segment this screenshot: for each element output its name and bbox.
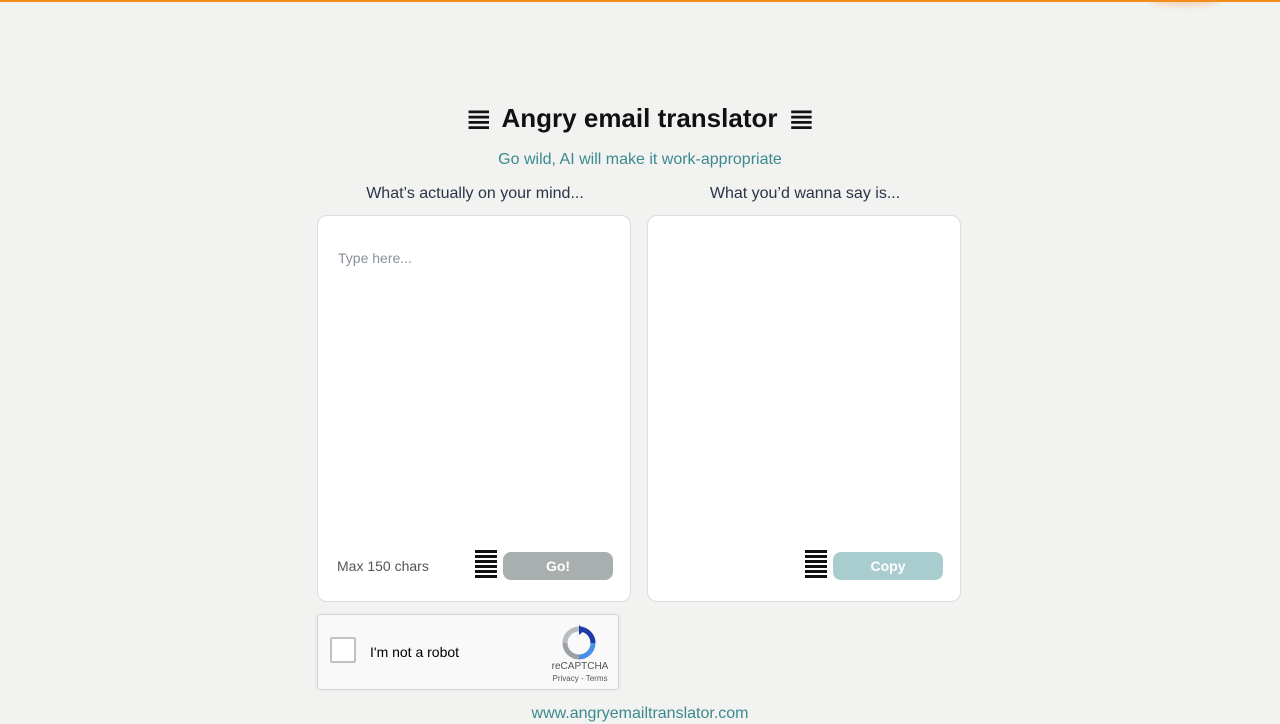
output-panel: Copy	[647, 215, 961, 602]
page-subtitle: Go wild, AI will make it work-appropriat…	[498, 151, 782, 168]
angry-text-input[interactable]	[318, 216, 630, 536]
top-glow	[1150, 0, 1220, 6]
recaptcha-widget: I'm not a robot reCAPTCHA Privacy - Term…	[317, 614, 619, 690]
recaptcha-logo-icon	[562, 625, 596, 660]
page-title: 𝌆 Angry email translator 𝌆	[0, 100, 1280, 138]
top-accent-bar	[0, 0, 1280, 2]
bars-icon: 𝌆	[788, 104, 814, 136]
recaptcha-checkbox[interactable]	[330, 637, 356, 663]
input-panel: Max 150 chars Go!	[317, 215, 631, 602]
translated-output	[648, 216, 960, 536]
recaptcha-terms-link[interactable]: Terms	[586, 674, 608, 683]
recaptcha-links: Privacy - Terms	[540, 674, 620, 683]
input-label: What’s actually on your mind...	[366, 185, 584, 202]
copy-button[interactable]: Copy	[833, 552, 943, 580]
recaptcha-brand: reCAPTCHA	[551, 661, 609, 672]
recaptcha-privacy-link[interactable]: Privacy	[553, 674, 579, 683]
go-button[interactable]: Go!	[503, 552, 613, 580]
output-label: What you’d wanna say is...	[709, 185, 901, 202]
recaptcha-links-separator: -	[580, 674, 584, 683]
recaptcha-label: I'm not a robot	[370, 644, 460, 660]
page-title-text: Angry email translator	[501, 103, 778, 133]
footer-website-link[interactable]: www.angryemailtranslator.com	[0, 704, 1280, 724]
max-chars-hint: Max 150 chars	[337, 558, 429, 574]
bars-icon	[805, 550, 827, 580]
bars-icon	[475, 550, 497, 580]
bars-icon: 𝌆	[466, 104, 492, 136]
